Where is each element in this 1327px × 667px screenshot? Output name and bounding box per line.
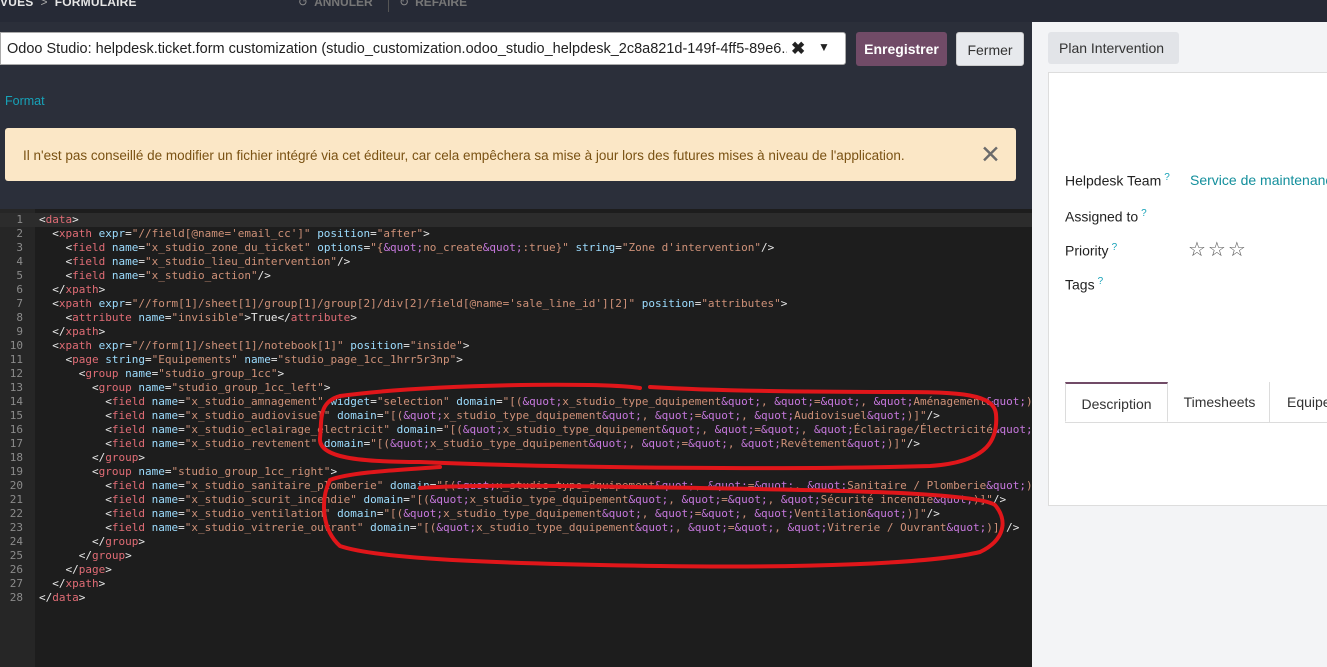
annotation-stroke-bottom (322, 465, 1005, 569)
hand-drawn-annotation (318, 382, 1005, 569)
annotation-stroke-top (318, 382, 999, 471)
